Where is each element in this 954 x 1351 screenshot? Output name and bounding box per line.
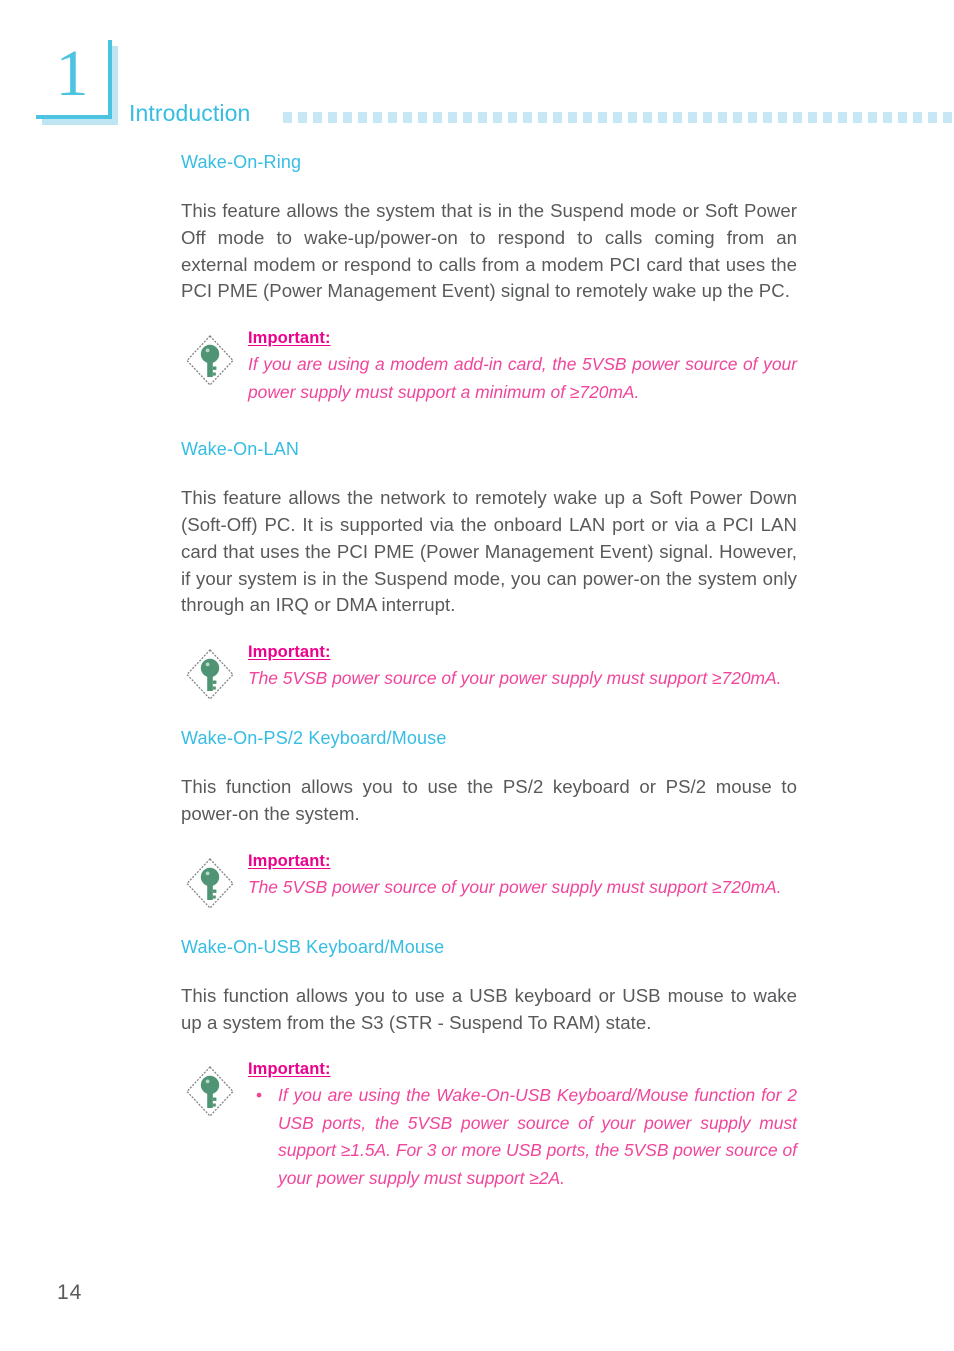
note-title: Important: (248, 643, 331, 662)
header-dot (403, 112, 412, 123)
note-title: Important: (248, 1060, 331, 1079)
header-dot (823, 112, 832, 123)
header-dot (928, 112, 937, 123)
section-paragraph: This feature allows the network to remot… (181, 487, 797, 616)
header-dot (328, 112, 337, 123)
header-dot (898, 112, 907, 123)
section-heading: Wake-On-LAN (181, 439, 300, 460)
header-dot (388, 112, 397, 123)
header-dot (313, 112, 322, 123)
important-note: Important: • If you are using the Wake-On… (181, 1060, 797, 1192)
section-wake-on-ring: Wake-On-Ring This feature allows the sys… (181, 152, 797, 406)
note-bullet-text: If you are using the Wake-On-USB Keyboar… (278, 1085, 797, 1188)
header-dot (628, 112, 637, 123)
section-paragraph: This feature allows the system that is i… (181, 200, 797, 302)
page-number: 14 (57, 1281, 83, 1304)
page-content: Wake-On-Ring This feature allows the sys… (181, 152, 797, 1192)
header-dot (688, 112, 697, 123)
section-wake-on-lan: Wake-On-LAN This feature allows the netw… (181, 439, 797, 701)
header-dot (538, 112, 547, 123)
section-paragraph: This function allows you to use the PS/2… (181, 776, 797, 824)
section-heading: Wake-On-USB Keyboard/Mouse (181, 936, 445, 957)
header-dot (568, 112, 577, 123)
header-dot (853, 112, 862, 123)
header-dot (553, 112, 562, 123)
header-dot (943, 112, 952, 123)
chapter-title: Introduction (129, 100, 251, 126)
note-title: Important: (248, 851, 331, 870)
header-dot (733, 112, 742, 123)
important-note: Important: The 5VSB power source of your… (181, 643, 797, 701)
note-text: The 5VSB power source of your power supp… (248, 876, 782, 897)
section-paragraph: This function allows you to use a USB ke… (181, 984, 797, 1033)
note-text: The 5VSB power source of your power supp… (248, 668, 782, 689)
section-wake-on-usb: Wake-On-USB Keyboard/Mouse This function… (181, 937, 797, 1193)
header-dot (748, 112, 757, 123)
note-bullet-item: • If you are using the Wake-On-USB Keyboa… (248, 1082, 797, 1192)
note-text: If you are using a modem add-in card, th… (248, 354, 797, 402)
header-dot (778, 112, 787, 123)
header-dot (643, 112, 652, 123)
header-dot (838, 112, 847, 123)
header-dot (808, 112, 817, 123)
header-dot (448, 112, 457, 123)
header-dot (358, 112, 367, 123)
header-dot (793, 112, 802, 123)
header-dot (283, 112, 292, 123)
header-dot (583, 112, 592, 123)
header-dot (493, 112, 502, 123)
header-dot (343, 112, 352, 123)
header-dot (463, 112, 472, 123)
key-diamond-icon (184, 333, 236, 388)
header-dot (763, 112, 772, 123)
header-dot (433, 112, 442, 123)
header-dot (613, 112, 622, 123)
important-note: Important: If you are using a modem add-… (181, 329, 797, 406)
key-diamond-icon (184, 647, 236, 702)
header-dot (703, 112, 712, 123)
header-dot (718, 112, 727, 123)
key-diamond-icon (184, 856, 236, 911)
key-diamond-icon (184, 1064, 236, 1119)
header-dot (868, 112, 877, 123)
header-dot (508, 112, 517, 123)
chapter-header: 1 Introduction (0, 0, 954, 150)
section-heading: Wake-On-Ring (181, 152, 302, 172)
header-dot (673, 112, 682, 123)
section-wake-on-ps2: Wake-On-PS/2 Keyboard/Mouse This functio… (181, 728, 797, 909)
note-title: Important: (248, 329, 331, 348)
important-note: Important: The 5VSB power source of your… (181, 851, 797, 909)
header-dot (598, 112, 607, 123)
note-bullet-list: • If you are using the Wake-On-USB Keyboa… (248, 1082, 797, 1192)
header-dot (523, 112, 532, 123)
header-dot (298, 112, 307, 123)
header-dot (913, 112, 922, 123)
header-dot (478, 112, 487, 123)
section-heading: Wake-On-PS/2 Keyboard/Mouse (181, 728, 447, 749)
header-dot (883, 112, 892, 123)
bullet-glyph: • (256, 1085, 263, 1106)
header-dot (373, 112, 382, 123)
header-dotted-rule (283, 112, 952, 123)
header-dot (658, 112, 667, 123)
header-dot (418, 112, 427, 123)
chapter-number: 1 (55, 37, 89, 110)
